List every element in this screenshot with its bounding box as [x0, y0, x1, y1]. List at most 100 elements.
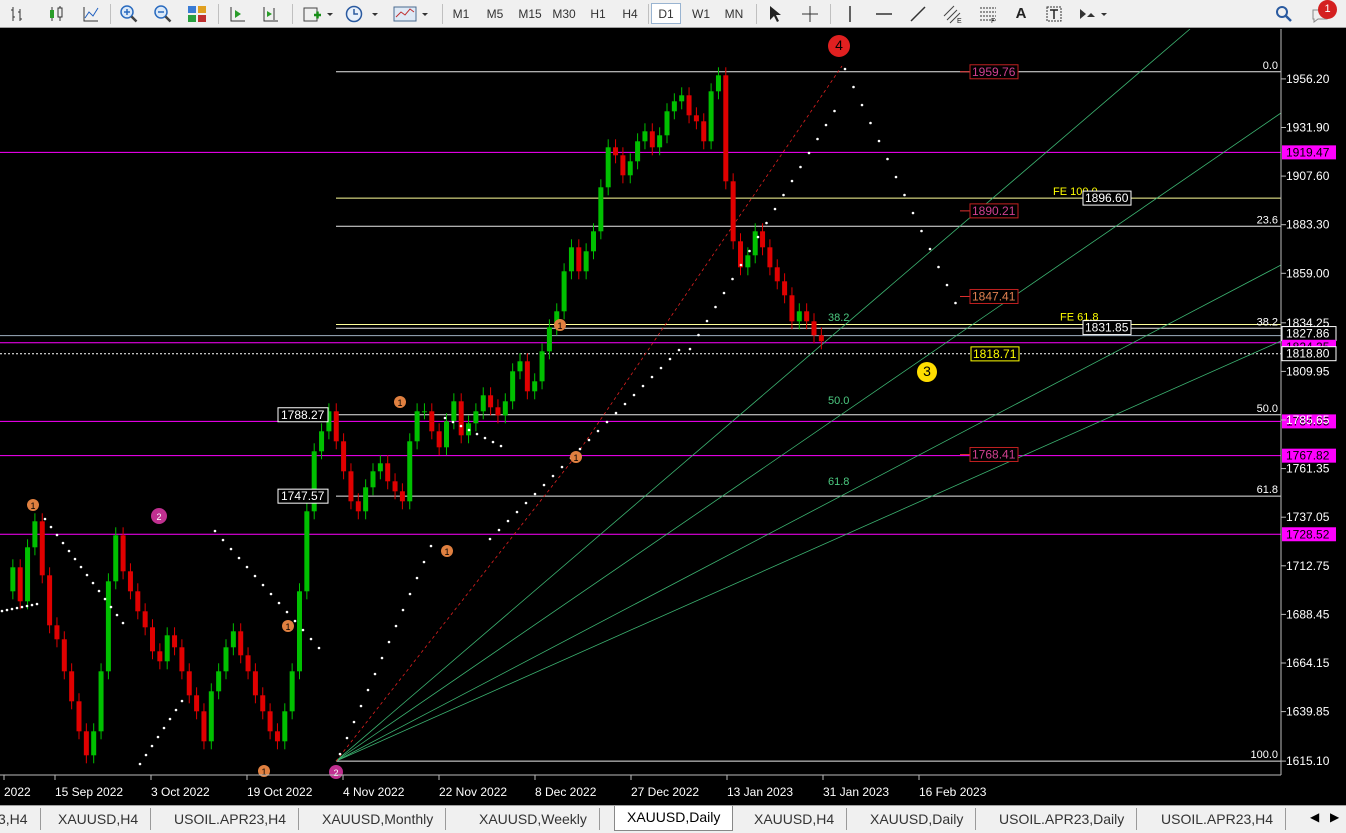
equidistant-channel-tool[interactable]: E [940, 3, 966, 24]
timeframe-w1[interactable]: W1 [686, 3, 716, 24]
bull-candle [745, 255, 751, 268]
text-tool[interactable]: A [1010, 3, 1032, 24]
sar-dot [945, 283, 949, 287]
tab-xauusd-h4[interactable]: XAUUSD,H4 [46, 808, 152, 830]
sar-dot [55, 533, 59, 537]
tab-xauusd-h4-2[interactable]: XAUUSD,H4 [742, 808, 848, 830]
line-chart-button[interactable] [79, 3, 103, 24]
tab-h4-partial[interactable]: 3,H4 [0, 808, 41, 830]
date-axis-label: 16 Feb 2023 [919, 785, 987, 799]
horizontal-line-tool[interactable] [872, 3, 896, 24]
date-axis-label: 27 Dec 2022 [631, 785, 699, 799]
sar-dot [180, 699, 184, 703]
bull-candle [546, 327, 552, 352]
sar-dot [459, 424, 463, 428]
tab-usoil-daily[interactable]: USOIL.APR23,Daily [987, 808, 1138, 830]
price-box-label: 1767.82 [1286, 449, 1330, 463]
indicators-button[interactable] [300, 3, 336, 24]
clock-icon [345, 5, 378, 22]
tab-scroll-left-icon[interactable]: ◀ [1310, 810, 1319, 824]
indicators-icon [303, 7, 333, 21]
bear-candle [348, 471, 354, 502]
sar-dot [807, 151, 811, 155]
bull-candle [502, 401, 508, 416]
tab-xauusd-daily-active[interactable]: XAUUSD,Daily [614, 806, 734, 831]
sar-dot [213, 529, 217, 533]
chart-shift-button[interactable] [259, 3, 283, 24]
sar-dot [748, 249, 751, 253]
crosshair-tool[interactable] [798, 3, 822, 24]
price-axis-label: 1785.65 [1286, 413, 1330, 427]
target-label: 1959.76 [972, 65, 1016, 79]
tab-xauusd-daily-2[interactable]: XAUUSD,Daily [858, 808, 977, 830]
price-axis-label: 1809.95 [1286, 364, 1330, 378]
sar-dot [150, 744, 154, 748]
notifications-button[interactable]: 1 [1304, 0, 1340, 24]
wave-2-badge-text: 2 [333, 768, 338, 778]
sar-dot [551, 474, 555, 478]
timeframe-m1[interactable]: M1 [446, 3, 476, 24]
tab-usoil-h4-2[interactable]: USOIL.APR23,H4 [1149, 808, 1287, 830]
sar-dot [578, 447, 582, 451]
bear-candle [782, 281, 788, 296]
sar-dot [499, 444, 503, 448]
sar-dot [650, 375, 654, 379]
bull-candle [91, 731, 97, 756]
timeframe-m30[interactable]: M30 [548, 3, 580, 24]
cursor-tool[interactable] [764, 3, 786, 24]
sar-dot [739, 263, 743, 267]
sar-dot [542, 483, 546, 487]
sar-dot [614, 411, 618, 415]
timeframe-m5[interactable]: M5 [480, 3, 510, 24]
tab-scroll-right-icon[interactable]: ▶ [1330, 810, 1339, 824]
periods-button[interactable] [344, 3, 380, 24]
sar-dot [91, 581, 95, 585]
sar-dot [15, 606, 19, 610]
zoom-in-button[interactable] [117, 3, 141, 24]
tab-xauusd-monthly[interactable]: XAUUSD,Monthly [310, 808, 447, 830]
candle-chart-button[interactable] [44, 3, 68, 24]
text-label-tool[interactable] [1042, 3, 1066, 24]
sar-dot [415, 576, 419, 580]
wave-1-badge-text: 1 [30, 501, 35, 511]
bull-candle [752, 231, 758, 256]
timeframe-h4[interactable]: H4 [616, 3, 644, 24]
bull-candle [216, 671, 222, 692]
fan-level-label: 38.2 [828, 312, 849, 324]
trendline-tool[interactable] [906, 3, 930, 24]
sar-dot [345, 736, 349, 740]
arrows-tool[interactable] [1076, 3, 1112, 24]
templates-button[interactable] [392, 3, 432, 24]
bull-candle [635, 141, 641, 162]
tab-usoil-h4[interactable]: USOIL.APR23,H4 [162, 808, 300, 830]
search-button[interactable] [1272, 3, 1296, 24]
timeframe-h1[interactable]: H1 [584, 3, 612, 24]
bar-chart-button[interactable] [6, 3, 30, 24]
timeframe-mn[interactable]: MN [718, 3, 750, 24]
timeframe-d1[interactable]: D1 [651, 3, 681, 24]
zoom-out-button[interactable] [151, 3, 175, 24]
search-icon [1276, 5, 1292, 22]
auto-scroll-button[interactable] [226, 3, 250, 24]
tile-windows-button[interactable] [185, 3, 209, 24]
notification-badge: 1 [1318, 0, 1337, 19]
bull-candle [363, 487, 369, 512]
vertical-line-tool[interactable] [840, 3, 860, 24]
bear-candle [355, 501, 361, 512]
tab-xauusd-weekly[interactable]: XAUUSD,Weekly [467, 808, 600, 830]
fibonacci-tool[interactable]: F [976, 3, 1000, 24]
bull-candle [598, 187, 604, 232]
sar-dot [773, 207, 777, 211]
sar-dot [782, 193, 785, 197]
bear-candle [252, 671, 258, 696]
bull-candle [414, 411, 420, 442]
bull-candle [605, 147, 611, 188]
sar-dot [911, 211, 915, 215]
bear-candle [179, 647, 185, 672]
price-chart[interactable]: 0.023.638.250.061.8100.0FE 100.0FE 61.83… [0, 29, 1346, 805]
sar-dot [109, 605, 113, 609]
timeframe-m15[interactable]: M15 [514, 3, 546, 24]
date-axis-label: 4 Nov 2022 [343, 785, 405, 799]
fib-level-label: 0.0 [1263, 60, 1278, 72]
sar-dot [524, 501, 528, 505]
